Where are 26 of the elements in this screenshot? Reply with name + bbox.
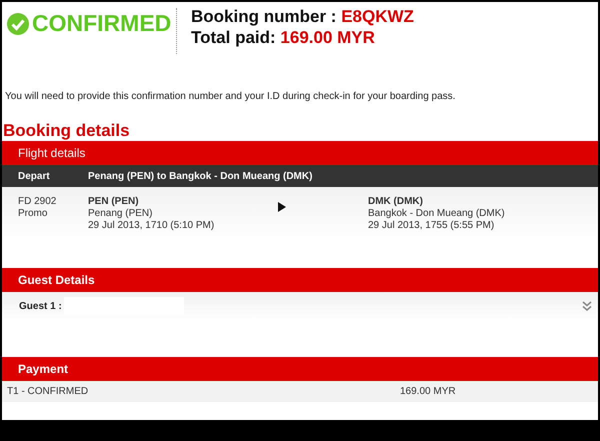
flight-number: FD 2902 xyxy=(18,196,56,208)
depart-label: Depart xyxy=(18,170,51,182)
payment-description: T1 - CONFIRMED xyxy=(7,386,90,397)
origin-code: PEN (PEN) xyxy=(88,196,139,208)
fare-type: Promo xyxy=(18,208,48,220)
booking-number-label: Booking number : xyxy=(191,7,336,26)
guest-details-header: Guest Details xyxy=(2,268,598,292)
guest-label: Guest 1 : xyxy=(19,300,62,312)
booking-number: E8QKWZ xyxy=(341,7,414,26)
departure-time: 29 Jul 2013, 1710 (5:10 PM) xyxy=(88,220,214,232)
destination-code: DMK (DMK) xyxy=(368,196,423,208)
payment-amount: 169.00 MYR xyxy=(400,386,456,397)
check-icon xyxy=(7,12,29,34)
notice-text: You will need to provide this confirmation number and your I.D during check-in for your boarding pass. xyxy=(5,91,456,102)
play-arrow-icon xyxy=(278,202,286,212)
section-title: Booking details xyxy=(3,121,131,141)
payment-header: Payment xyxy=(2,357,598,381)
destination-city: Bangkok - Don Mueang (DMK) xyxy=(368,208,505,220)
flight-details-header: Flight details xyxy=(2,141,598,165)
status-label: CONFIRMED xyxy=(32,10,172,37)
origin-city: Penang (PEN) xyxy=(88,208,152,220)
total-paid-amount: 169.00 MYR xyxy=(280,28,375,47)
route-text: Penang (PEN) to Bangkok - Don Mueang (DMK) xyxy=(88,170,312,182)
arrival-time: 29 Jul 2013, 1755 (5:55 PM) xyxy=(368,220,494,232)
total-paid-label: Total paid: xyxy=(191,28,276,47)
double-chevron-icon[interactable] xyxy=(582,301,592,311)
